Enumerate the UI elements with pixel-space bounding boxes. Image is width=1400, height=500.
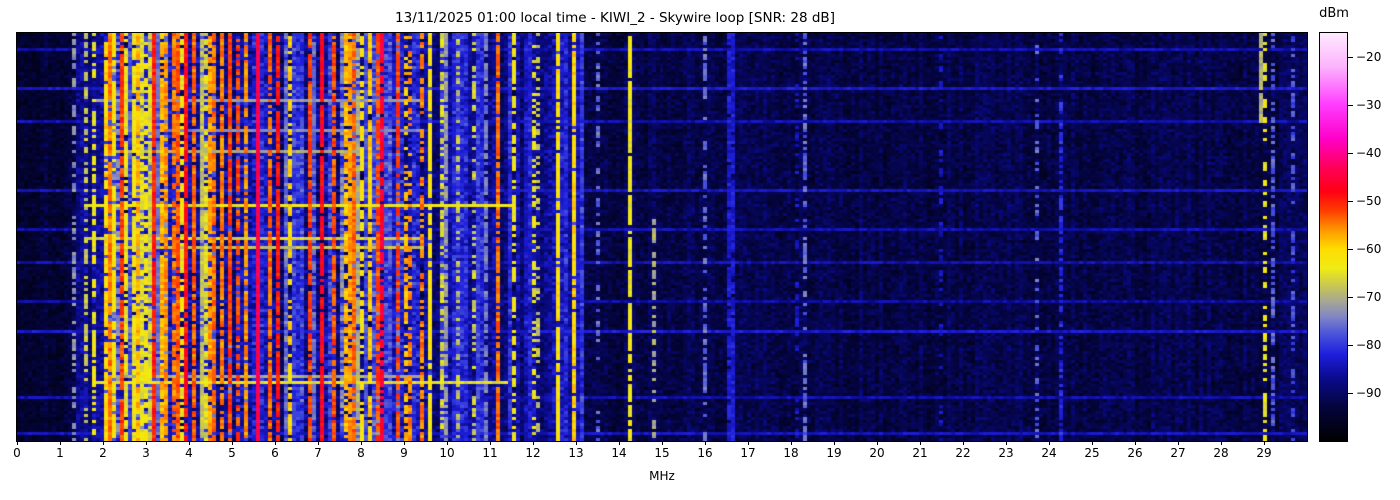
x-tick-mark	[834, 441, 835, 445]
x-tick-label: 17	[740, 446, 756, 460]
waterfall-canvas	[17, 33, 1307, 441]
x-tick-label: 11	[482, 446, 498, 460]
x-tick-label: 16	[697, 446, 713, 460]
x-tick-mark	[17, 441, 18, 445]
spectrogram-figure: 13/11/2025 01:00 local time - KIWI_2 - S…	[0, 0, 1400, 500]
x-tick-mark	[877, 441, 878, 445]
x-tick-mark	[791, 441, 792, 445]
x-tick-mark	[533, 441, 534, 445]
x-tick-mark	[1092, 441, 1093, 445]
x-tick-label: 18	[783, 446, 799, 460]
x-tick-mark	[1135, 441, 1136, 445]
colorbar-tick-mark	[1348, 249, 1353, 250]
x-tick-label: 22	[955, 446, 971, 460]
x-tick-label: 29	[1256, 446, 1272, 460]
x-tick-label: 1	[56, 446, 64, 460]
x-tick-mark	[318, 441, 319, 445]
x-tick-label: 4	[185, 446, 193, 460]
x-tick-label: 7	[314, 446, 322, 460]
x-tick-label: 9	[400, 446, 408, 460]
x-tick-mark	[619, 441, 620, 445]
x-tick-label: 27	[1170, 446, 1186, 460]
colorbar-tick-mark	[1348, 105, 1353, 106]
colorbar	[1319, 32, 1348, 442]
x-tick-label: 20	[869, 446, 885, 460]
colorbar-tick-mark	[1348, 297, 1353, 298]
x-tick-label: 24	[1041, 446, 1057, 460]
x-tick-label: 0	[13, 446, 21, 460]
x-tick-mark	[1221, 441, 1222, 445]
x-tick-label: 2	[99, 446, 107, 460]
colorbar-tick-mark	[1348, 57, 1353, 58]
x-tick-mark	[748, 441, 749, 445]
x-axis-label: MHz	[649, 469, 675, 483]
x-tick-label: 13	[568, 446, 584, 460]
x-tick-mark	[1049, 441, 1050, 445]
x-tick-label: 21	[912, 446, 928, 460]
colorbar-tick-label: −70	[1356, 290, 1382, 304]
colorbar-tick-label: −90	[1356, 386, 1382, 400]
colorbar-tick-label: −40	[1356, 146, 1382, 160]
x-tick-mark	[146, 441, 147, 445]
x-tick-mark	[232, 441, 233, 445]
x-tick-label: 14	[611, 446, 627, 460]
x-tick-mark	[490, 441, 491, 445]
colorbar-tick-label: −50	[1356, 194, 1382, 208]
x-tick-mark	[275, 441, 276, 445]
colorbar-tick-mark	[1348, 345, 1353, 346]
colorbar-tick-mark	[1348, 153, 1353, 154]
x-tick-mark	[705, 441, 706, 445]
x-tick-mark	[576, 441, 577, 445]
x-tick-mark	[662, 441, 663, 445]
waterfall-plot	[16, 32, 1308, 442]
colorbar-tick-label: −60	[1356, 242, 1382, 256]
x-tick-label: 6	[271, 446, 279, 460]
x-tick-label: 10	[439, 446, 455, 460]
colorbar-tick-mark	[1348, 201, 1353, 202]
x-tick-mark	[1006, 441, 1007, 445]
x-tick-label: 28	[1213, 446, 1229, 460]
x-tick-mark	[1264, 441, 1265, 445]
x-tick-mark	[60, 441, 61, 445]
x-tick-mark	[963, 441, 964, 445]
chart-title: 13/11/2025 01:00 local time - KIWI_2 - S…	[395, 10, 835, 26]
x-tick-label: 23	[998, 446, 1014, 460]
x-tick-label: 25	[1084, 446, 1100, 460]
x-tick-mark	[189, 441, 190, 445]
colorbar-label: dBm	[1319, 6, 1349, 21]
x-tick-mark	[447, 441, 448, 445]
colorbar-tick-label: −80	[1356, 338, 1382, 352]
x-tick-label: 15	[654, 446, 670, 460]
x-tick-label: 12	[525, 446, 541, 460]
colorbar-tick-label: −30	[1356, 98, 1382, 112]
x-tick-mark	[103, 441, 104, 445]
x-tick-mark	[920, 441, 921, 445]
colorbar-tick-mark	[1348, 393, 1353, 394]
x-tick-label: 3	[142, 446, 150, 460]
x-tick-label: 26	[1127, 446, 1143, 460]
x-tick-label: 8	[357, 446, 365, 460]
colorbar-tick-label: −20	[1356, 50, 1382, 64]
x-tick-mark	[1178, 441, 1179, 445]
x-tick-label: 19	[826, 446, 842, 460]
x-tick-label: 5	[228, 446, 236, 460]
x-tick-mark	[361, 441, 362, 445]
x-tick-mark	[404, 441, 405, 445]
